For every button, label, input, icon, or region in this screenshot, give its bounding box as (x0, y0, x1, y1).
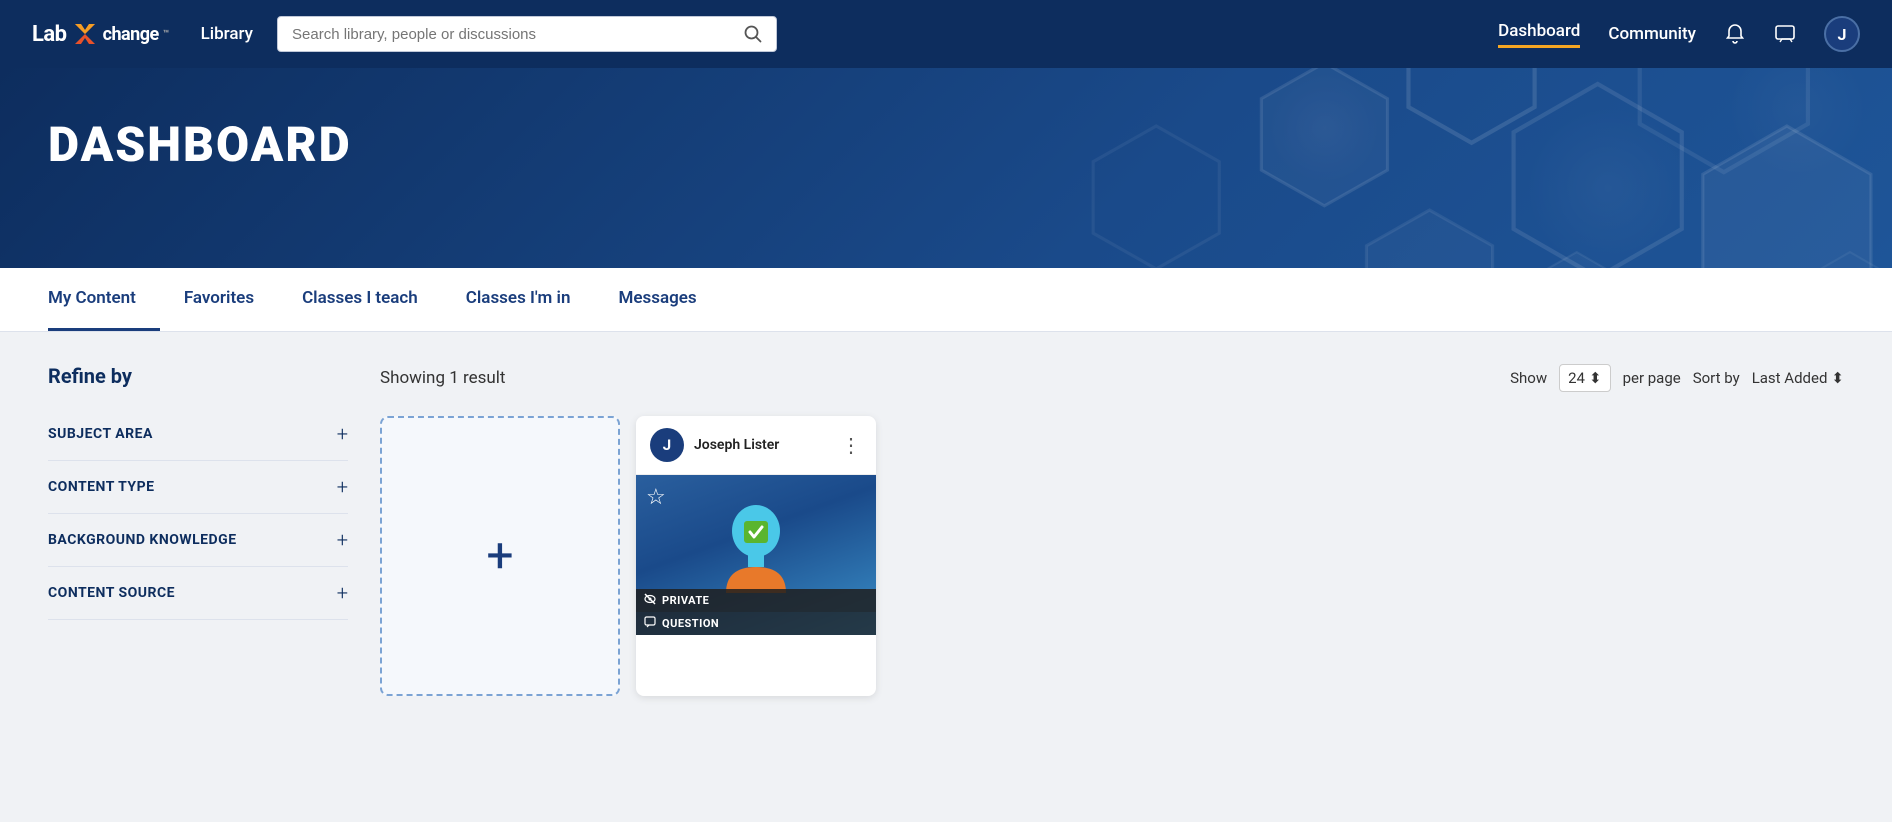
nav-dashboard-link[interactable]: Dashboard (1498, 21, 1580, 48)
private-icon (644, 593, 656, 608)
results-controls: Show 24 ⬍ per page Sort by Last Added ⬍ (1510, 364, 1844, 392)
show-value: 24 (1568, 369, 1585, 387)
card-author-avatar: J (650, 428, 684, 462)
sidebar: Refine by SUBJECT AREA + CONTENT TYPE + … (48, 364, 348, 700)
tab-classes-im-in[interactable]: Classes I'm in (442, 268, 595, 331)
content-card: J Joseph Lister ⋮ ☆ (636, 416, 876, 696)
chat-bubble-icon (644, 616, 656, 628)
tab-favorites[interactable]: Favorites (160, 268, 278, 331)
badge-question: QUESTION (636, 612, 876, 635)
badge-private-label: PRIVATE (662, 594, 709, 607)
notifications-button[interactable] (1724, 23, 1746, 45)
logo-tm-text: ™ (163, 29, 169, 40)
show-select-arrows-icon: ⬍ (1589, 369, 1602, 387)
filter-subject-area-expand-icon: + (337, 424, 348, 444)
filter-content-type-expand-icon: + (337, 477, 348, 497)
card-menu-button[interactable]: ⋮ (841, 433, 862, 457)
question-icon (644, 616, 656, 631)
filter-content-source-expand-icon: + (337, 583, 348, 603)
nav-library-link[interactable]: Library (201, 24, 253, 44)
filter-subject-area-label: SUBJECT AREA (48, 426, 153, 442)
tab-messages[interactable]: Messages (594, 268, 720, 331)
cards-row: + J Joseph Lister ⋮ ☆ (380, 416, 1844, 696)
sort-select-arrows-icon: ⬍ (1831, 369, 1844, 387)
user-avatar[interactable]: J (1824, 16, 1860, 52)
content-area: Refine by SUBJECT AREA + CONTENT TYPE + … (0, 332, 1892, 732)
tabs-bar: My Content Favorites Classes I teach Cla… (0, 268, 1892, 332)
refine-by-title: Refine by (48, 364, 348, 388)
card-author: J Joseph Lister (650, 428, 779, 462)
add-content-icon: + (486, 532, 513, 580)
show-label: Show (1510, 369, 1547, 387)
filter-background-knowledge[interactable]: BACKGROUND KNOWLEDGE + (48, 514, 348, 567)
filter-content-source[interactable]: CONTENT SOURCE + (48, 567, 348, 620)
results-header: Showing 1 result Show 24 ⬍ per page Sort… (380, 364, 1844, 392)
page-title: DASHBOARD (48, 116, 1844, 173)
badge-question-label: QUESTION (662, 617, 719, 630)
show-per-page-select[interactable]: 24 ⬍ (1559, 364, 1610, 392)
search-input[interactable] (292, 26, 736, 43)
filter-background-knowledge-expand-icon: + (337, 530, 348, 550)
search-icon (744, 25, 762, 43)
main-content: Showing 1 result Show 24 ⬍ per page Sort… (380, 364, 1844, 700)
logo-x-icon (71, 20, 99, 48)
filter-background-knowledge-label: BACKGROUND KNOWLEDGE (48, 532, 237, 548)
filter-content-type-label: CONTENT TYPE (48, 479, 155, 495)
card-badges: PRIVATE QUESTION (636, 589, 876, 635)
tab-my-content[interactable]: My Content (48, 268, 160, 331)
tab-classes-i-teach[interactable]: Classes I teach (278, 268, 442, 331)
bell-icon (1724, 23, 1746, 45)
per-page-label: per page (1623, 369, 1681, 387)
hero-banner: DASHBOARD (0, 68, 1892, 268)
logo-change-text: change (103, 24, 159, 45)
card-header: J Joseph Lister ⋮ (636, 416, 876, 475)
logo[interactable]: Lab change ™ (32, 20, 169, 48)
add-content-card[interactable]: + (380, 416, 620, 696)
filter-subject-area[interactable]: SUBJECT AREA + (48, 408, 348, 461)
messages-button[interactable] (1774, 23, 1796, 45)
chat-icon (1774, 23, 1796, 45)
badge-private: PRIVATE (636, 589, 876, 612)
navbar: Lab change ™ Library Dashboard Community (0, 0, 1892, 68)
search-bar (277, 16, 777, 52)
search-button[interactable] (744, 25, 762, 43)
card-author-name: Joseph Lister (694, 437, 779, 453)
sort-by-select[interactable]: Last Added ⬍ (1752, 369, 1844, 387)
logo-lab-text: Lab (32, 22, 67, 47)
sort-value: Last Added (1752, 369, 1828, 387)
sort-by-label: Sort by (1693, 369, 1740, 387)
nav-right: Dashboard Community J (1498, 16, 1860, 52)
card-image: ☆ (636, 475, 876, 635)
filter-content-source-label: CONTENT SOURCE (48, 585, 175, 601)
filter-content-type[interactable]: CONTENT TYPE + (48, 461, 348, 514)
no-view-icon (644, 593, 656, 605)
card-favorite-icon[interactable]: ☆ (646, 485, 666, 510)
results-count: Showing 1 result (380, 368, 505, 388)
person-head-icon (716, 503, 796, 603)
nav-community-link[interactable]: Community (1608, 24, 1696, 44)
